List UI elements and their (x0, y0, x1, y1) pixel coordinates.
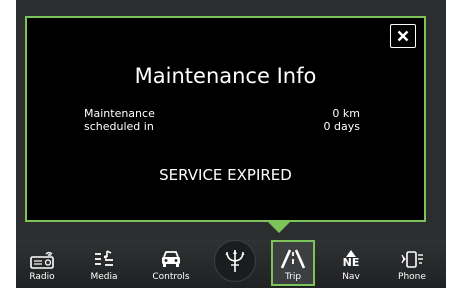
nav-item-nav[interactable]: NE Nav (329, 240, 373, 288)
car-icon (159, 248, 183, 270)
maintenance-label-line2: scheduled in (84, 120, 154, 133)
nav-label-controls: Controls (152, 272, 190, 282)
maintenance-info-popup: Maintenance Info Maintenance scheduled i… (25, 16, 426, 222)
maintenance-label-line1: Maintenance (84, 107, 155, 120)
bottom-nav-bar: Radio Media Controls Trip NE Nav Phone (16, 240, 446, 288)
popup-title: Maintenance Info (134, 64, 317, 88)
maintenance-label: Maintenance scheduled in (84, 107, 155, 133)
nav-label-nav: Nav (342, 272, 360, 282)
distance-value: 0 km (332, 107, 360, 120)
nav-item-phone[interactable]: Phone (390, 240, 434, 288)
nav-item-radio[interactable]: Radio (20, 240, 64, 288)
road-icon (280, 248, 306, 270)
phone-icon (399, 248, 425, 270)
time-value: 0 days (323, 120, 360, 133)
compass-icon: NE (342, 248, 360, 270)
service-status: SERVICE EXPIRED (159, 166, 292, 184)
close-icon (397, 30, 409, 42)
nav-item-trip[interactable]: Trip (271, 240, 315, 288)
maintenance-values: 0 km 0 days (324, 107, 360, 133)
trident-logo-icon (225, 250, 245, 272)
nav-label-trip: Trip (284, 272, 302, 282)
media-icon (92, 248, 116, 270)
nav-label-media: Media (90, 272, 118, 282)
popup-pointer (268, 222, 290, 233)
nav-item-controls[interactable]: Controls (149, 240, 193, 288)
nav-item-media[interactable]: Media (82, 240, 126, 288)
radio-icon (29, 248, 55, 270)
close-button[interactable] (390, 24, 416, 48)
nav-label-radio: Radio (29, 272, 55, 282)
nav-label-phone: Phone (398, 272, 426, 282)
compass-heading: NE (342, 255, 360, 269)
brand-logo-button[interactable] (214, 240, 256, 282)
